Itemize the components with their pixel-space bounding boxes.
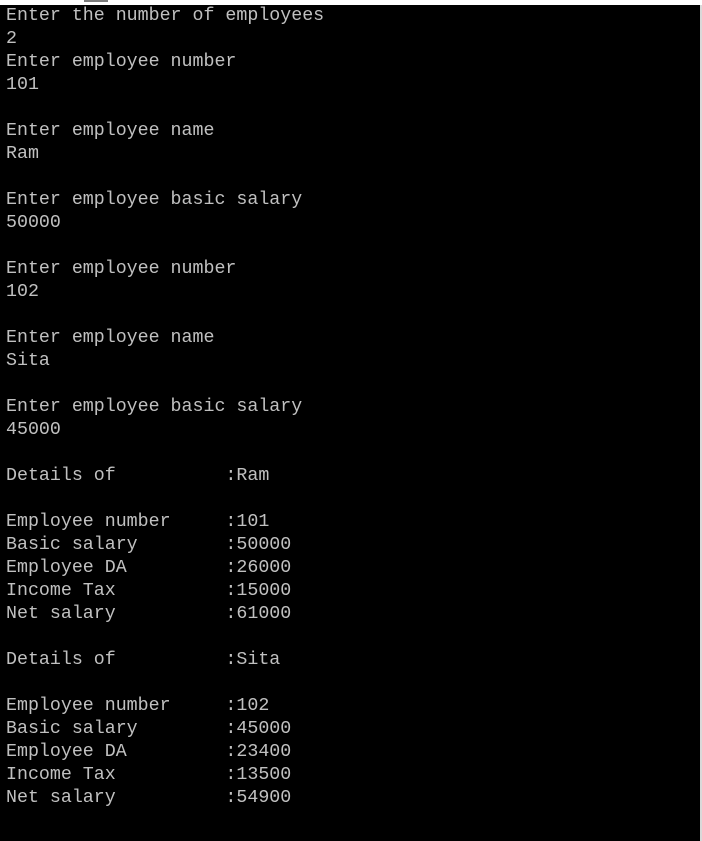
console-output-area[interactable]: Enter the number of employees 2 Enter empl… — [0, 5, 702, 841]
console-line: Basic salary :45000 — [6, 719, 292, 739]
console-line: Details of :Sita — [6, 650, 281, 670]
console-line: 2 — [6, 29, 17, 49]
console-line: Sita — [6, 351, 50, 371]
console-line: Enter employee basic salary — [6, 190, 303, 210]
console-line: Details of :Ram — [6, 466, 270, 486]
console-line: 102 — [6, 282, 39, 302]
console-line: Enter employee basic salary — [6, 397, 303, 417]
console-line: 45000 — [6, 420, 61, 440]
console-line: Employee DA :26000 — [6, 558, 292, 578]
console-line: Enter the number of employees — [6, 6, 325, 26]
console-line: Enter employee name — [6, 121, 215, 141]
console-line: Net salary :54900 — [6, 788, 292, 808]
console-line: Employee number :101 — [6, 512, 270, 532]
console-line: Employee number :102 — [6, 696, 270, 716]
console-line: Basic salary :50000 — [6, 535, 292, 555]
console-line: Employee DA :23400 — [6, 742, 292, 762]
console-line: Ram — [6, 144, 39, 164]
title-bar-fragment — [84, 0, 108, 2]
console-line: Enter employee number — [6, 259, 237, 279]
console-line: Net salary :61000 — [6, 604, 292, 624]
console-line: Enter employee name — [6, 328, 215, 348]
console-line: 50000 — [6, 213, 61, 233]
console-window: Enter the number of employees 2 Enter empl… — [0, 0, 702, 841]
console-line: Income Tax :15000 — [6, 581, 292, 601]
console-line: Enter employee number — [6, 52, 237, 72]
console-line: 101 — [6, 75, 39, 95]
console-line: Income Tax :13500 — [6, 765, 292, 785]
console-output-lines: Enter the number of employees 2 Enter empl… — [6, 5, 324, 810]
